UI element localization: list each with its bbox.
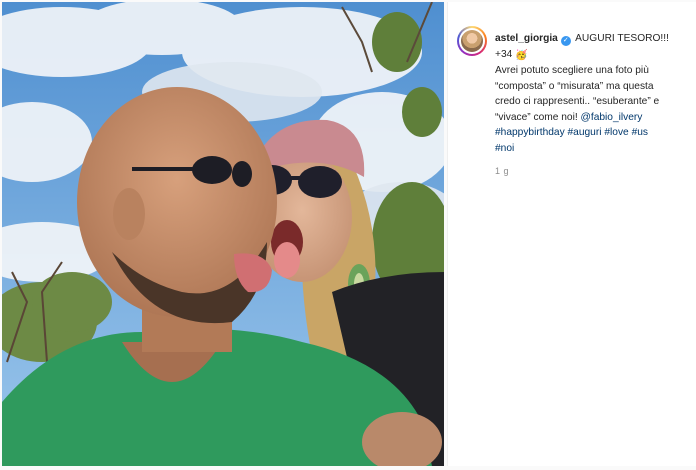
hashtag-link[interactable]: #auguri bbox=[568, 127, 602, 138]
post-timestamp: 1 g bbox=[495, 166, 510, 176]
post-frame: astel_giorgia ✓ AUGURI TESORO!!! +34 🥳 Avr… bbox=[0, 0, 696, 470]
hashtag-link[interactable]: #us bbox=[632, 127, 648, 138]
verified-badge-icon: ✓ bbox=[560, 36, 571, 46]
hashtag-link[interactable]: #happybirthday bbox=[495, 127, 565, 138]
username-link[interactable]: astel_giorgia bbox=[495, 33, 558, 44]
post-caption: astel_giorgia ✓ AUGURI TESORO!!! +34 🥳 Avr… bbox=[495, 31, 691, 156]
mention-link[interactable]: @fabio_ilvery bbox=[581, 112, 643, 123]
post-details-panel: astel_giorgia ✓ AUGURI TESORO!!! +34 🥳 Avr… bbox=[447, 2, 696, 466]
post-photo[interactable] bbox=[2, 2, 444, 466]
selfie-photo-illustration bbox=[2, 2, 444, 466]
avatar-image bbox=[461, 30, 483, 52]
hashtag-link[interactable]: #love bbox=[604, 127, 628, 138]
caption-headline: AUGURI TESORO!!! bbox=[575, 33, 669, 44]
avatar[interactable] bbox=[457, 26, 487, 56]
caption-age-tag: +34 bbox=[495, 48, 513, 60]
caption-line: “vivace” come noi! bbox=[495, 111, 578, 123]
caption-line: credo ci rappresenti.. “esuberante” e bbox=[495, 96, 660, 107]
caption-line: “composta” o “misurata” ma questa bbox=[495, 80, 654, 92]
party-hat-emoji-icon: 🥳 bbox=[515, 49, 528, 61]
hashtag-link[interactable]: #noi bbox=[495, 143, 514, 154]
caption-line: Avrei potuto scegliere una foto più bbox=[495, 65, 649, 76]
